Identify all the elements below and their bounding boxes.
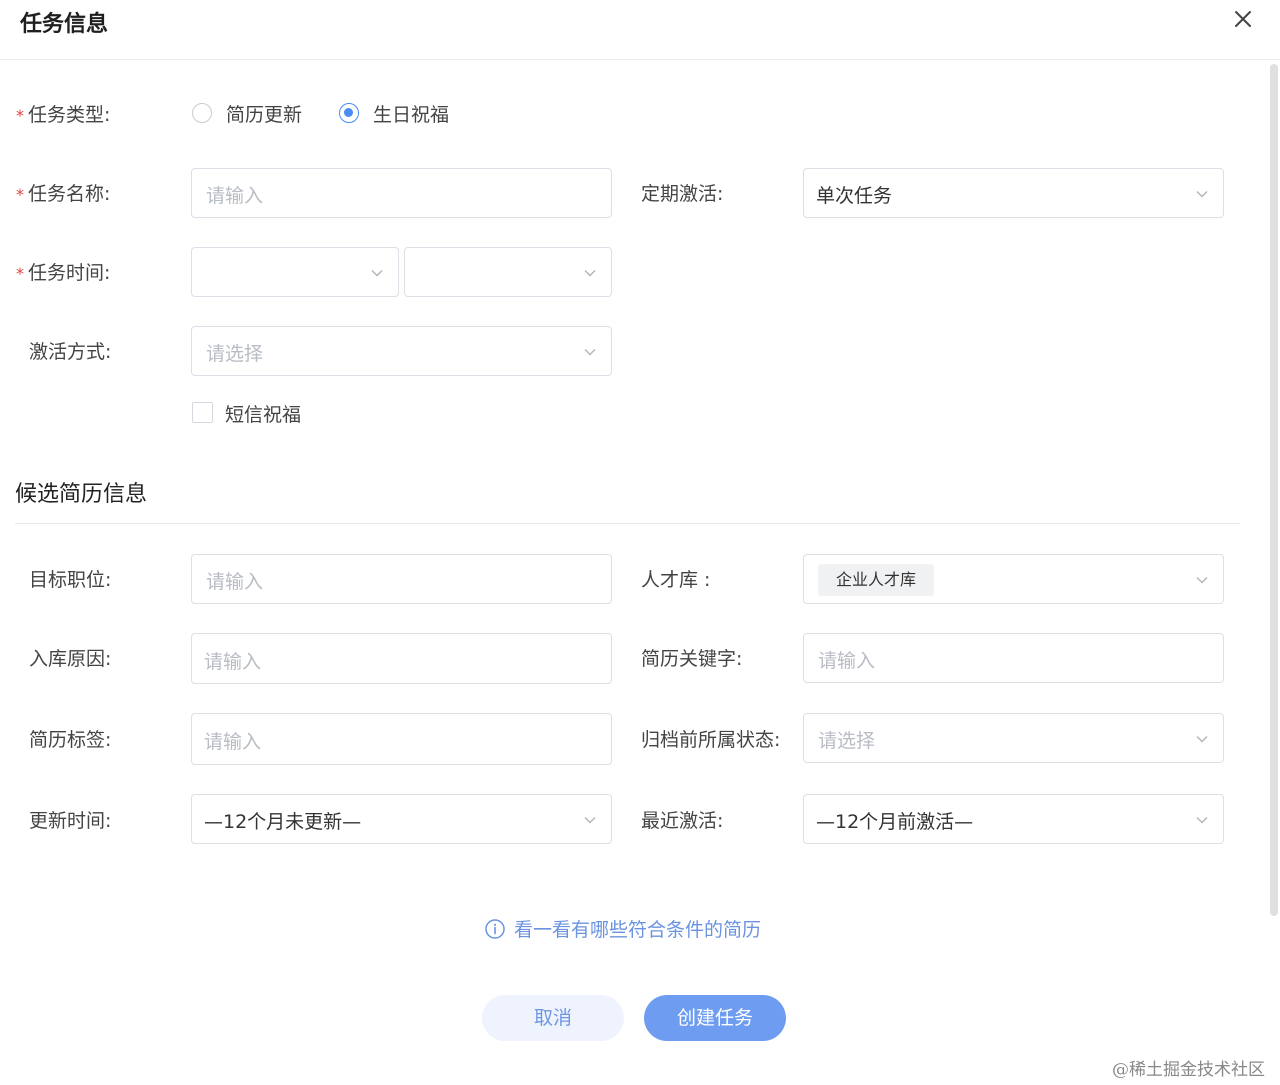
- recent-activation-select[interactable]: —12个月前激活—: [803, 794, 1224, 844]
- archive-status-select[interactable]: 请选择: [803, 713, 1224, 763]
- source-credit: @稀土掘金技术社区: [1112, 1060, 1265, 1080]
- update-time-value: —12个月未更新—: [204, 811, 362, 833]
- scrollbar-thumb[interactable]: [1270, 64, 1278, 916]
- resume-tags-label: 简历标签:: [29, 729, 112, 751]
- target-position-placeholder: 请输入: [206, 571, 264, 593]
- talent-pool-select[interactable]: 企业人才库: [803, 554, 1224, 604]
- resume-tags-input[interactable]: 请输入: [191, 713, 612, 765]
- resume-keywords-label: 简历关键字:: [641, 648, 743, 670]
- storage-reason-label: 入库原因:: [29, 648, 112, 670]
- task-name-input[interactable]: 请输入: [191, 168, 612, 218]
- archive-status-label: 归档前所属状态:: [641, 729, 781, 751]
- target-position-input[interactable]: 请输入: [191, 554, 612, 604]
- task-name-placeholder: 请输入: [206, 185, 264, 207]
- resume-keywords-input[interactable]: 请输入: [803, 633, 1224, 683]
- periodic-activation-label: 定期激活:: [641, 183, 724, 205]
- chevron-down-icon: [371, 270, 383, 277]
- talent-pool-tag[interactable]: 企业人才库: [818, 564, 935, 596]
- target-position-label: 目标职位:: [29, 569, 112, 591]
- radio-birthday-greeting[interactable]: [339, 103, 359, 123]
- dialog-title: 任务信息: [20, 12, 109, 37]
- required-mark: *: [16, 264, 24, 283]
- chevron-down-icon: [1196, 577, 1208, 584]
- required-mark: *: [16, 106, 24, 125]
- chevron-down-icon: [584, 817, 596, 824]
- recent-activation-value: —12个月前激活—: [816, 811, 974, 833]
- chevron-down-icon: [1196, 736, 1208, 743]
- activation-method-placeholder: 请选择: [206, 343, 264, 365]
- storage-reason-placeholder: 请输入: [204, 651, 262, 673]
- task-time-label: * 任务时间:: [16, 262, 111, 284]
- create-task-button[interactable]: 创建任务: [644, 995, 786, 1041]
- periodic-activation-value: 单次任务: [816, 185, 893, 207]
- info-icon: [485, 918, 505, 939]
- update-time-label: 更新时间:: [29, 810, 112, 832]
- radio-label-resume-update[interactable]: 简历更新: [226, 100, 302, 127]
- storage-reason-input[interactable]: 请输入: [191, 633, 612, 684]
- resume-keywords-placeholder: 请输入: [818, 650, 876, 672]
- task-name-label: * 任务名称:: [16, 183, 111, 205]
- header-divider: [0, 59, 1280, 60]
- activation-method-label: 激活方式:: [29, 341, 112, 363]
- close-icon[interactable]: [1230, 6, 1258, 34]
- update-time-select[interactable]: —12个月未更新—: [191, 794, 612, 844]
- periodic-activation-select[interactable]: 单次任务: [803, 168, 1224, 218]
- recent-activation-label: 最近激活:: [641, 810, 724, 832]
- section-title-candidate: 候选简历信息: [15, 482, 148, 507]
- radio-resume-update[interactable]: [192, 103, 212, 123]
- talent-pool-label: 人才库 :: [641, 569, 711, 591]
- task-type-label: * 任务类型:: [16, 104, 111, 126]
- cancel-button[interactable]: 取消: [482, 995, 624, 1041]
- chevron-down-icon: [584, 349, 596, 356]
- resume-tags-placeholder: 请输入: [204, 731, 262, 753]
- sms-greeting-label[interactable]: 短信祝福: [225, 400, 301, 427]
- chevron-down-icon: [1196, 817, 1208, 824]
- activation-method-select[interactable]: 请选择: [191, 326, 612, 376]
- chevron-down-icon: [584, 270, 596, 277]
- radio-label-birthday-greeting[interactable]: 生日祝福: [373, 100, 449, 127]
- task-time-select-end[interactable]: [404, 247, 612, 297]
- required-mark: *: [16, 185, 24, 204]
- section-divider: [15, 523, 1240, 524]
- chevron-down-icon: [1196, 191, 1208, 198]
- sms-greeting-checkbox[interactable]: [192, 402, 213, 423]
- archive-status-placeholder: 请选择: [818, 730, 876, 752]
- task-time-select-start[interactable]: [191, 247, 399, 297]
- preview-matching-resumes-link[interactable]: 看一看有哪些符合条件的简历: [484, 915, 761, 942]
- close-button[interactable]: [1230, 6, 1258, 34]
- preview-link-text[interactable]: 看一看有哪些符合条件的简历: [514, 915, 761, 942]
